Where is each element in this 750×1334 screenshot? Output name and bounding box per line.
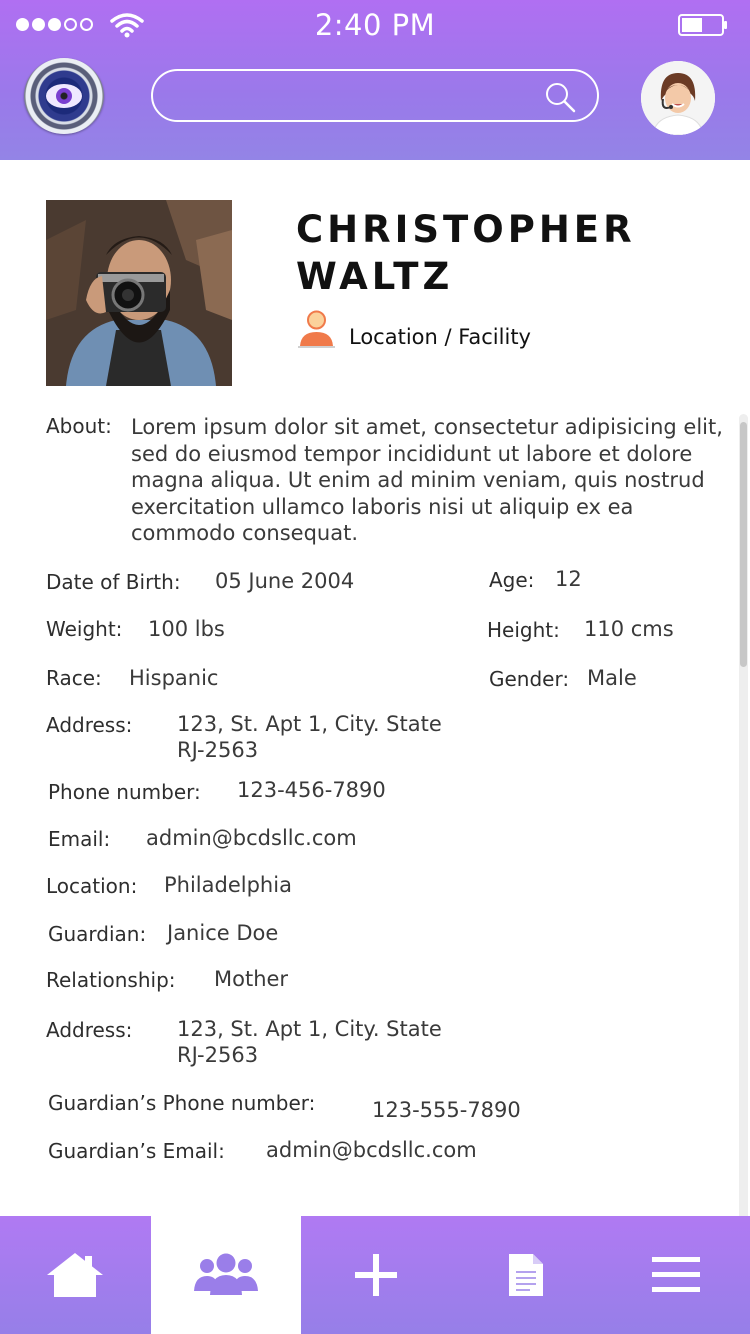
eye-emblem-icon xyxy=(46,84,82,108)
guardian-email-label: Guardian’s Email: xyxy=(48,1139,225,1163)
tab-add[interactable] xyxy=(301,1216,451,1334)
location-value: Philadelphia xyxy=(164,873,292,897)
email-label: Email: xyxy=(48,827,111,851)
dob-label: Date of Birth: xyxy=(46,570,181,594)
gender-label: Gender: xyxy=(489,667,570,691)
guardian-address-label: Address: xyxy=(46,1018,133,1042)
gender-value: Male xyxy=(587,666,637,690)
location-label: Location: xyxy=(46,874,138,898)
status-bar: 2:40 PM xyxy=(0,0,750,50)
dob-value: 05 June 2004 xyxy=(215,569,355,593)
menu-icon xyxy=(652,1257,700,1292)
guardian-address-value: 123, St. Apt 1, City. State RJ-2563 xyxy=(177,1017,442,1067)
weight-label: Weight: xyxy=(46,617,123,641)
race-value: Hispanic xyxy=(129,666,219,690)
relationship-value: Mother xyxy=(214,967,289,991)
search-input[interactable] xyxy=(173,79,547,115)
about-text: Lorem ipsum dolor sit amet, consectetur … xyxy=(131,415,723,545)
people-icon xyxy=(194,1253,258,1295)
about-label: About: xyxy=(46,414,112,438)
relationship-label: Relationship: xyxy=(46,968,176,992)
guardian-phone-label: Guardian’s Phone number: xyxy=(48,1091,316,1115)
guardian-email-value[interactable]: admin@bcdsllc.com xyxy=(266,1138,477,1162)
search-bar[interactable] xyxy=(151,69,599,122)
home-icon xyxy=(47,1253,103,1297)
tab-people[interactable] xyxy=(151,1216,301,1334)
height-value: 110 cms xyxy=(584,617,674,641)
guardian-label: Guardian: xyxy=(48,922,147,946)
tab-menu[interactable] xyxy=(601,1216,750,1334)
person-icon xyxy=(298,310,335,348)
battery-icon xyxy=(678,14,727,36)
height-label: Height: xyxy=(487,618,560,642)
race-label: Race: xyxy=(46,666,102,690)
weight-value: 100 lbs xyxy=(148,617,225,641)
phone-label: Phone number: xyxy=(48,780,201,804)
tab-documents[interactable] xyxy=(451,1216,601,1334)
profile-photo-image xyxy=(46,200,232,386)
address-value: 123, St. Apt 1, City. State RJ-2563 xyxy=(177,712,442,762)
profile-first-name: CHRISTOPHER xyxy=(296,208,636,251)
age-value: 12 xyxy=(555,567,582,591)
phone-value[interactable]: 123-456-7890 xyxy=(237,778,386,802)
support-agent-avatar-icon xyxy=(641,61,715,135)
age-label: Age: xyxy=(489,568,535,592)
address-label: Address: xyxy=(46,713,133,737)
profile-name: CHRISTOPHER WALTZ xyxy=(296,206,636,300)
plus-icon xyxy=(355,1254,397,1296)
search-icon[interactable] xyxy=(544,81,576,113)
status-time: 2:40 PM xyxy=(314,8,436,42)
document-icon xyxy=(509,1254,543,1296)
guardian-value: Janice Doe xyxy=(167,921,279,945)
app-header: 2:40 PM xyxy=(0,0,750,160)
profile-last-name: WALTZ xyxy=(296,255,454,298)
tab-home[interactable] xyxy=(0,1216,150,1334)
bottom-tab-bar xyxy=(0,1216,750,1334)
user-avatar[interactable] xyxy=(641,61,715,135)
app-logo[interactable] xyxy=(24,58,104,134)
profile-photo xyxy=(46,200,232,386)
scrollbar-thumb[interactable] xyxy=(740,422,747,667)
location-facility-label[interactable]: Location / Facility xyxy=(349,325,531,349)
email-value[interactable]: admin@bcdsllc.com xyxy=(146,826,357,850)
guardian-phone-value[interactable]: 123-555-7890 xyxy=(372,1098,521,1122)
